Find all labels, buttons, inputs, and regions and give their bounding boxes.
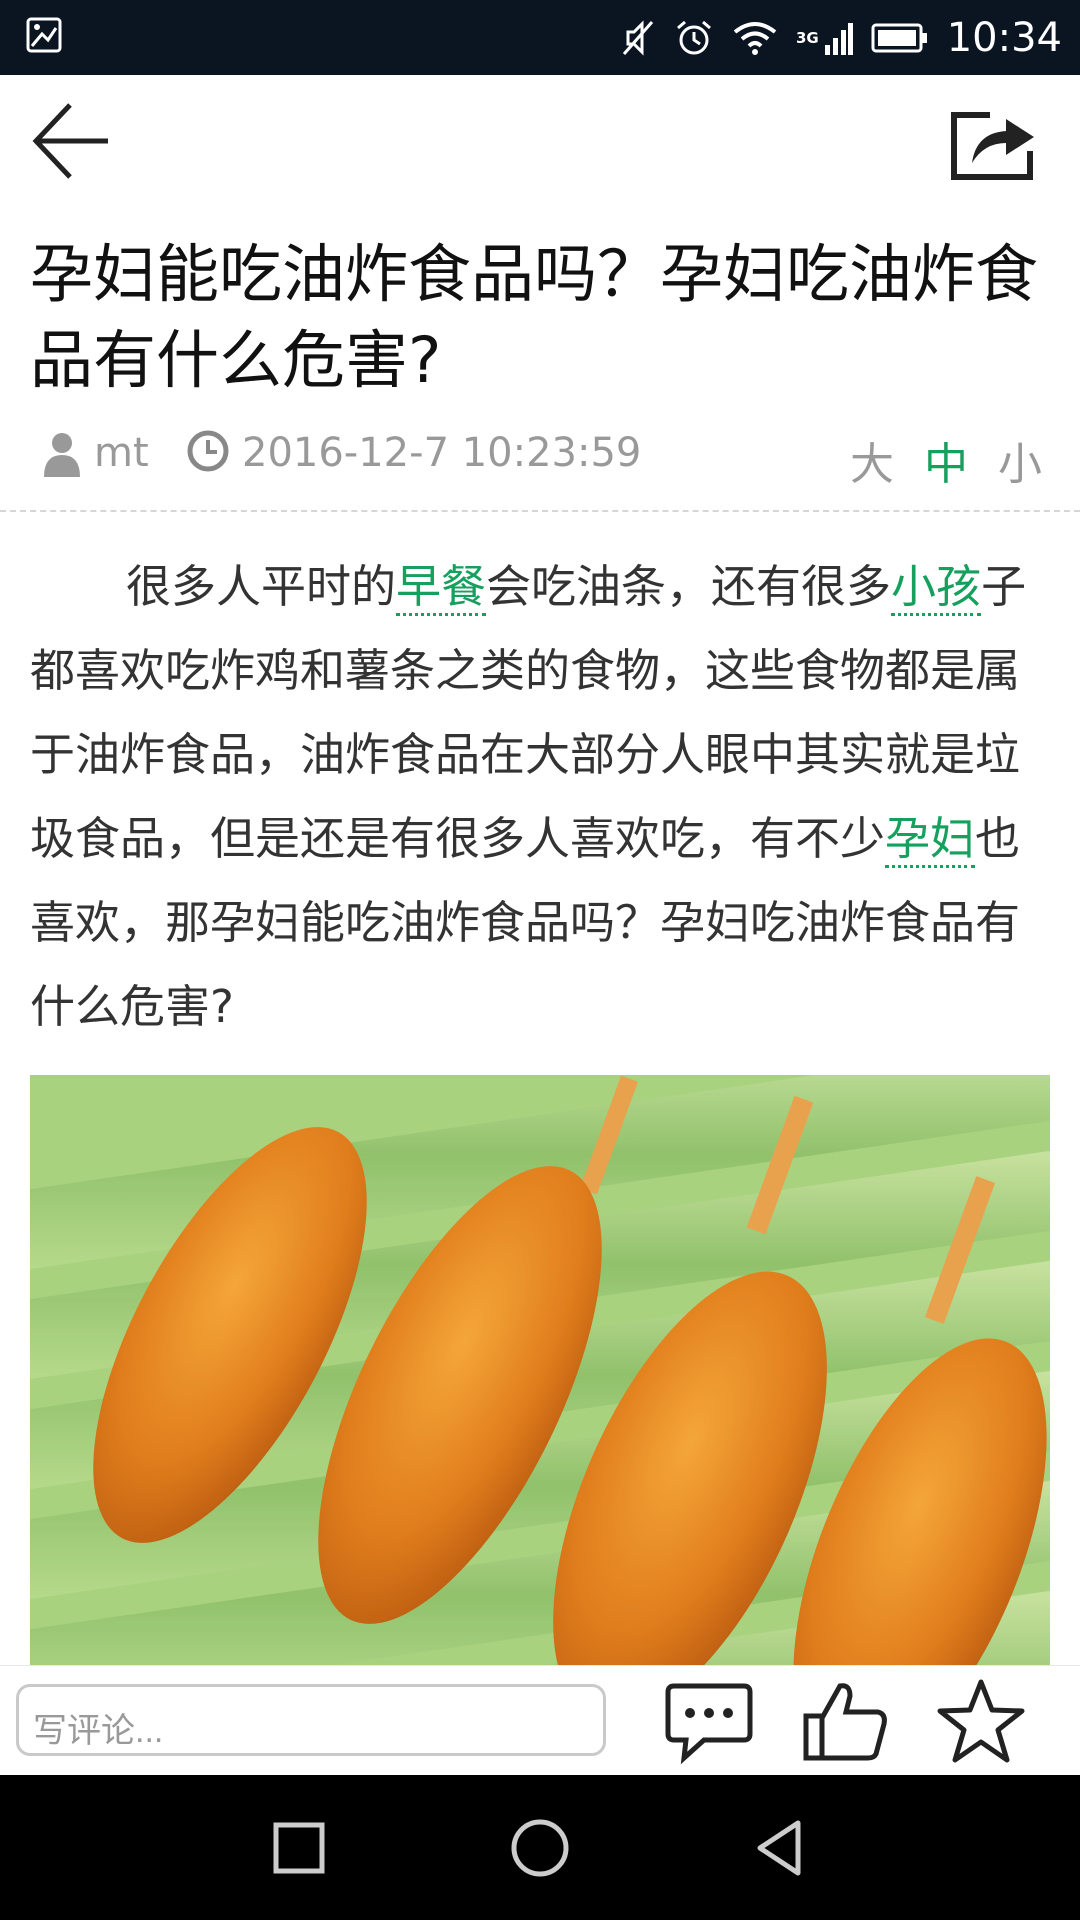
font-size-small[interactable]: 小 — [998, 428, 1042, 492]
font-size-large[interactable]: 大 — [850, 428, 894, 492]
home-icon[interactable] — [505, 1813, 575, 1883]
font-size-selector: 大 中 小 — [850, 428, 1042, 492]
battery-icon — [871, 23, 927, 52]
comment-icon[interactable] — [664, 1678, 754, 1766]
article-title: 孕妇能吃油炸食品吗？孕妇吃油炸食品有什么危害? — [30, 238, 1038, 397]
clock-icon — [187, 430, 229, 472]
like-icon[interactable] — [800, 1678, 890, 1766]
back-triangle-icon[interactable] — [746, 1813, 816, 1883]
body-text: 很多人平时的 — [126, 560, 397, 613]
favorite-star-icon[interactable] — [936, 1678, 1026, 1766]
keyword-link-child[interactable]: 小孩 — [891, 560, 982, 616]
fried-food-photo — [30, 1075, 1050, 1665]
author-name: mt — [94, 430, 149, 476]
publish-date: 2016-12-7 10:23:59 — [242, 430, 642, 476]
system-nav-bar — [0, 1775, 1080, 1920]
article-body: 很多人平时的早餐会吃油条，还有很多小孩子都喜欢吃炸鸡和薯条之类的食物，这些食物都… — [30, 545, 1050, 1049]
arrow-left-icon[interactable] — [30, 99, 114, 183]
body-text: 会吃油条，还有很多 — [486, 560, 892, 613]
keyword-link-breakfast[interactable]: 早餐 — [396, 560, 487, 616]
share-icon[interactable] — [950, 105, 1040, 181]
article-meta: mt 2016-12-7 10:23:59 大 中 小 — [38, 425, 1058, 490]
article-photo — [30, 1075, 1050, 1665]
network-type-label: 3G — [795, 28, 819, 47]
user-icon — [44, 433, 80, 477]
mute-icon — [622, 19, 654, 56]
divider — [0, 510, 1080, 512]
app-header — [0, 75, 1080, 200]
clock-time: 10:34 — [946, 14, 1062, 61]
keyword-link-pregnant[interactable]: 孕妇 — [885, 812, 976, 868]
comment-input[interactable]: 写评论... — [16, 1684, 606, 1756]
alarm-icon — [676, 20, 711, 54]
wifi-icon — [733, 21, 777, 55]
status-bar: 3G 10:34 — [0, 0, 1080, 75]
signal-icon — [824, 22, 853, 55]
action-bar: 写评论... — [0, 1665, 1080, 1776]
font-size-medium[interactable]: 中 — [924, 428, 968, 492]
recent-apps-icon[interactable] — [264, 1813, 334, 1883]
image-icon — [26, 17, 62, 53]
